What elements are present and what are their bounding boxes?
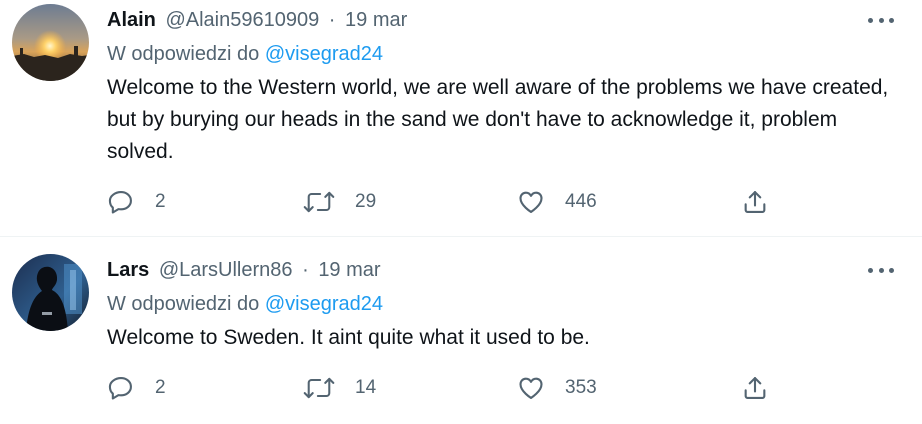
reply-mention-link[interactable]: @visegrad24: [265, 293, 383, 315]
tweet-date[interactable]: 19 mar: [345, 9, 407, 31]
avatar[interactable]: [12, 254, 89, 331]
retweet-count: 14: [355, 377, 377, 398]
tweet-text: Welcome to Sweden. It aint quite what it…: [107, 326, 590, 349]
tweet-actions: 2 29 446: [107, 186, 907, 218]
share-upload-icon: [744, 377, 766, 399]
like-button[interactable]: 446: [517, 186, 597, 218]
reply-prefix: W odpowiedzi do: [107, 43, 260, 65]
reply-prefix: W odpowiedzi do: [107, 293, 260, 315]
tweet[interactable]: Alain @Alain59610909 · 19 mar W odpowied…: [0, 0, 922, 237]
tweet-header: Lars @LarsUllern86 · 19 mar: [107, 256, 910, 284]
tweet-content: Lars @LarsUllern86 · 19 mar W odpowiedzi…: [107, 256, 910, 354]
display-name[interactable]: Lars: [107, 259, 149, 281]
reply-button[interactable]: 2: [107, 372, 166, 404]
reply-count: 2: [155, 377, 166, 398]
retweet-button[interactable]: 14: [303, 372, 376, 404]
tweet-header: Alain @Alain59610909 · 19 mar: [107, 6, 910, 34]
share-button[interactable]: [741, 372, 769, 404]
user-handle[interactable]: @Alain59610909: [165, 9, 319, 31]
separator-dot: ·: [302, 259, 309, 281]
more-dots-icon[interactable]: [868, 6, 894, 34]
tweet-actions: 2 14 353: [107, 372, 907, 404]
retweet-icon: [303, 377, 335, 399]
like-button[interactable]: 353: [517, 372, 597, 404]
reply-button[interactable]: 2: [107, 186, 166, 218]
retweet-icon: [303, 191, 335, 213]
reply-mention-link[interactable]: @visegrad24: [265, 43, 383, 65]
heart-icon: [519, 191, 543, 213]
user-handle[interactable]: @LarsUllern86: [159, 259, 293, 281]
reply-bubble-icon: [108, 377, 132, 400]
retweet-button[interactable]: 29: [303, 186, 376, 218]
tweet[interactable]: Lars @LarsUllern86 · 19 mar W odpowiedzi…: [0, 237, 922, 424]
display-name[interactable]: Alain: [107, 9, 156, 31]
share-upload-icon: [744, 191, 766, 213]
heart-icon: [519, 377, 543, 399]
avatar[interactable]: [12, 4, 89, 81]
like-count: 353: [565, 377, 597, 398]
tweet-content: Alain @Alain59610909 · 19 mar W odpowied…: [107, 6, 910, 168]
retweet-count: 29: [355, 191, 377, 212]
share-button[interactable]: [741, 186, 769, 218]
separator-dot: ·: [328, 9, 336, 31]
more-dots-icon[interactable]: [868, 256, 894, 284]
reply-context: W odpowiedzi do @visegrad24: [107, 40, 910, 68]
tweet-date[interactable]: 19 mar: [318, 259, 380, 281]
reply-count: 2: [155, 191, 166, 212]
tweet-text: Welcome to the Western world, we are wel…: [107, 76, 889, 163]
like-count: 446: [565, 191, 597, 212]
reply-context: W odpowiedzi do @visegrad24: [107, 290, 910, 318]
reply-bubble-icon: [108, 191, 132, 214]
